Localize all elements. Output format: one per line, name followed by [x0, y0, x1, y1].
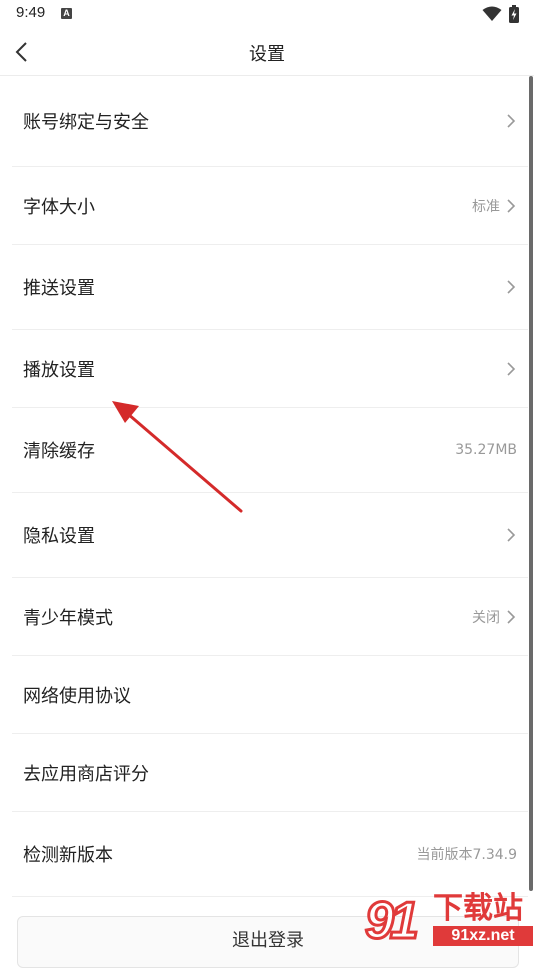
setting-label: 隐私设置	[23, 526, 95, 547]
scrollbar[interactable]	[529, 76, 533, 891]
setting-check-update[interactable]: 检测新版本 当前版本7.34.9	[12, 812, 528, 897]
app-bar: 设置	[0, 30, 534, 76]
watermark-url: 91xz.net	[433, 926, 533, 946]
setting-label: 账号绑定与安全	[23, 112, 149, 133]
setting-playback[interactable]: 播放设置	[12, 330, 528, 408]
setting-label: 去应用商店评分	[23, 763, 149, 785]
status-time: 9:49	[16, 4, 46, 21]
chevron-right-icon	[507, 361, 516, 376]
status-bar: 9:49 A	[0, 0, 534, 30]
watermark-logo: 91 下载站 91xz.net	[364, 891, 534, 952]
chevron-right-icon	[507, 528, 516, 542]
setting-label: 字体大小	[23, 196, 95, 218]
version-value: 当前版本7.34.9	[416, 847, 517, 863]
setting-teen-mode[interactable]: 青少年模式 关闭	[12, 578, 528, 656]
watermark-site-name: 下载站	[433, 891, 523, 926]
setting-label: 推送设置	[23, 278, 95, 299]
settings-list: 账号绑定与安全 字体大小 标准 推送设置 播放设置 清除缓存 35.27MB 隐…	[12, 76, 528, 897]
setting-value: 标准	[472, 198, 500, 215]
notification-a-icon: A	[61, 8, 72, 19]
setting-rate-app[interactable]: 去应用商店评分	[12, 734, 528, 812]
chevron-right-icon	[507, 280, 516, 294]
setting-push[interactable]: 推送设置	[12, 245, 528, 330]
setting-label: 青少年模式	[23, 607, 113, 629]
setting-label: 检测新版本	[23, 845, 113, 866]
cache-size-value: 35.27MB	[455, 442, 517, 458]
watermark-digits: 91	[364, 891, 421, 952]
setting-privacy[interactable]: 隐私设置	[12, 493, 528, 578]
setting-font-size[interactable]: 字体大小 标准	[12, 167, 528, 245]
setting-clear-cache[interactable]: 清除缓存 35.27MB	[12, 408, 528, 493]
setting-label: 播放设置	[23, 359, 95, 381]
setting-value: 关闭	[472, 609, 500, 626]
page-title: 设置	[249, 44, 285, 65]
setting-label: 网络使用协议	[23, 685, 131, 707]
chevron-right-icon	[507, 198, 516, 213]
battery-charging-icon	[509, 5, 519, 23]
setting-network-agreement[interactable]: 网络使用协议	[12, 656, 528, 734]
wifi-icon	[482, 6, 502, 21]
setting-account-security[interactable]: 账号绑定与安全	[12, 76, 528, 167]
chevron-right-icon	[507, 609, 516, 624]
setting-label: 清除缓存	[23, 441, 95, 462]
chevron-right-icon	[507, 114, 516, 128]
